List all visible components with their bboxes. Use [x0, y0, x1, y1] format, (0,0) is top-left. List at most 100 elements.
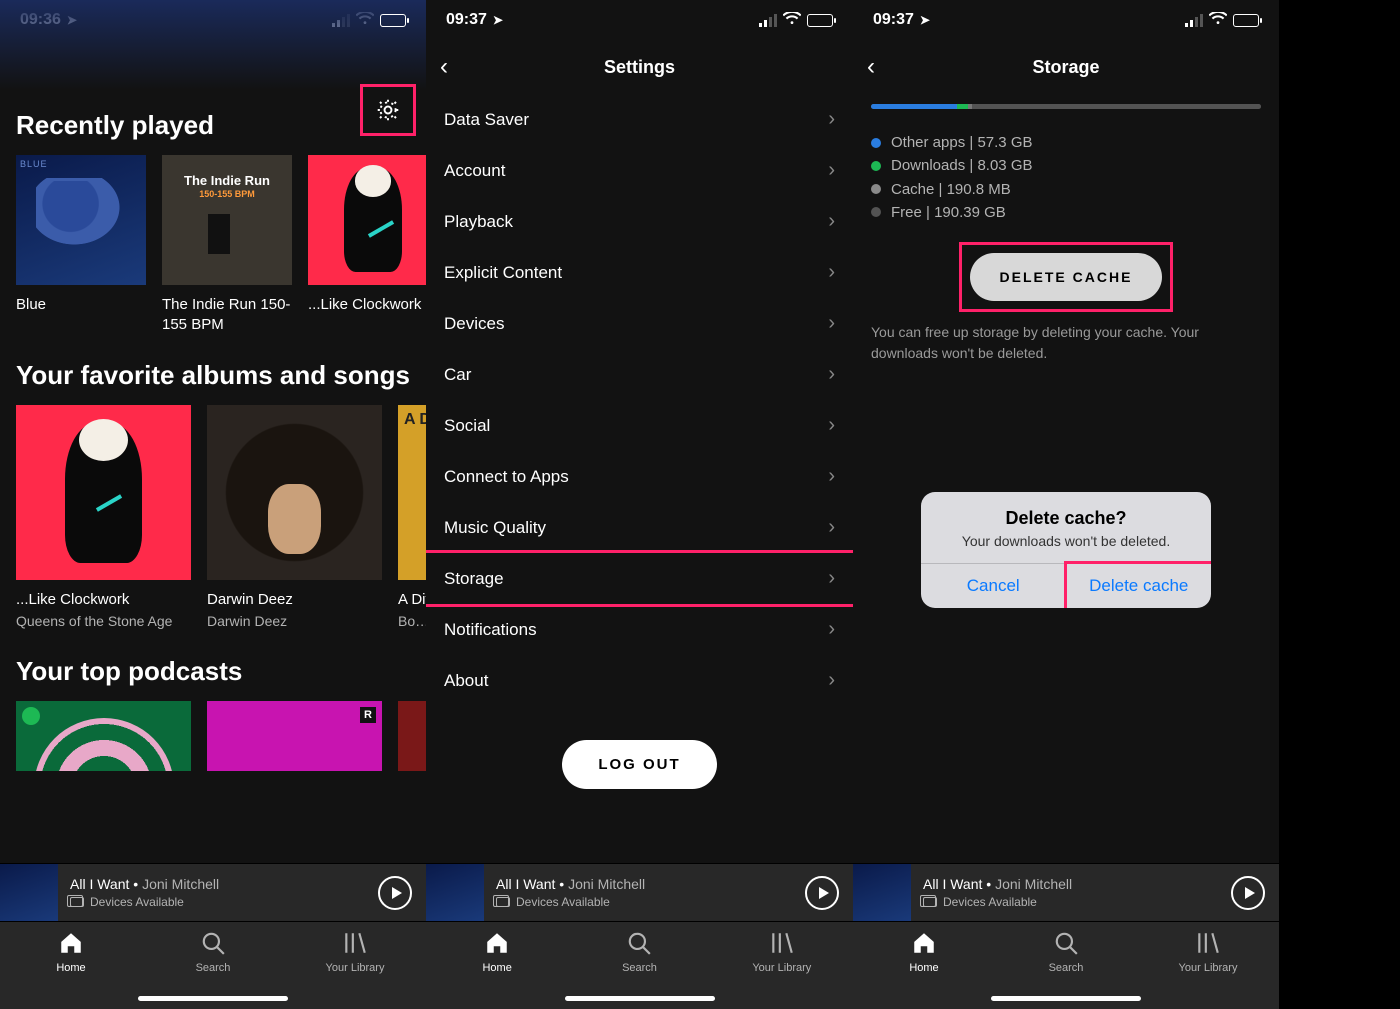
cellular-icon	[1185, 14, 1203, 27]
storage-seg-other	[871, 104, 957, 109]
battery-icon	[380, 14, 406, 27]
play-button[interactable]	[1231, 876, 1265, 910]
delete-cache-highlight: DELETE CACHE	[959, 242, 1174, 312]
now-playing-bar[interactable]: All I Want • Joni Mitchell Devices Avail…	[853, 863, 1279, 921]
home-icon	[911, 930, 937, 956]
now-playing-text: All I Want • Joni Mitchell Devices Avail…	[58, 876, 378, 909]
settings-item-social[interactable]: Social›	[426, 400, 853, 451]
play-button[interactable]	[378, 876, 412, 910]
playlist-card[interactable]: The Indie Run 150-155 BPM The Indie Run …	[162, 155, 292, 334]
back-button[interactable]: ‹	[440, 53, 448, 81]
album-art-darwin	[207, 405, 382, 580]
tab-home[interactable]: Home	[853, 930, 995, 1009]
wifi-icon	[356, 12, 374, 28]
settings-item-car[interactable]: Car›	[426, 349, 853, 400]
back-button[interactable]: ‹	[867, 53, 875, 81]
home-icon	[58, 930, 84, 956]
alert-confirm-button[interactable]: Delete cache	[1067, 564, 1212, 608]
cellular-icon	[759, 14, 777, 27]
legend-cache: Cache | 190.8 MB	[871, 178, 1261, 201]
podcast-card[interactable]: RBINGE	[207, 701, 382, 771]
status-bar: 09:37➤	[853, 0, 1279, 40]
album-artist: Bomb	[398, 612, 426, 630]
search-icon	[200, 930, 226, 956]
tab-home[interactable]: Home	[0, 930, 142, 1009]
library-icon	[769, 930, 795, 956]
home-indicator	[565, 996, 715, 1001]
play-icon	[1245, 887, 1255, 899]
settings-item-devices[interactable]: Devices›	[426, 298, 853, 349]
settings-item-data-saver[interactable]: Data Saver›	[426, 94, 853, 145]
settings-item-storage[interactable]: Storage›	[426, 550, 853, 607]
legend-dot-darkgray	[871, 207, 881, 217]
album-card[interactable]: ...Like Clockwork Queens of the Stone Ag…	[16, 405, 191, 630]
now-playing-bar[interactable]: All I Want • Joni Mitchell Devices Avail…	[0, 863, 426, 921]
screen-storage: 09:37➤ ‹ Storage Other apps | 57.3 GB Do…	[853, 0, 1279, 1009]
status-time: 09:37	[873, 11, 914, 29]
alert-subtitle: Your downloads won't be deleted.	[939, 533, 1193, 549]
podcasts-row: RBINGE	[16, 701, 410, 771]
cellular-icon	[332, 14, 350, 27]
chevron-right-icon: ›	[828, 363, 835, 386]
album-title: Darwin Deez	[207, 590, 382, 610]
podcast-card[interactable]	[16, 701, 191, 771]
now-playing-bar[interactable]: All I Want • Joni Mitchell Devices Avail…	[426, 863, 853, 921]
album-title: ...Like Clockwork	[16, 590, 191, 610]
status-bar: 09:37➤	[426, 0, 853, 40]
library-icon	[1195, 930, 1221, 956]
track-title: All I Want	[70, 876, 129, 892]
album-card[interactable]: A Diff Bomb	[398, 405, 426, 630]
section-podcasts: Your top podcasts	[16, 656, 410, 687]
status-bar: 09:36 ➤	[0, 0, 426, 40]
status-time: 09:36	[20, 11, 61, 29]
legend-dot-blue	[871, 138, 881, 148]
tab-library[interactable]: Your Library	[1137, 930, 1279, 1009]
storage-seg-downloads	[957, 104, 969, 109]
album-card[interactable]: Blue	[16, 155, 146, 334]
settings-item-music-quality[interactable]: Music Quality›	[426, 502, 853, 553]
screen-settings: 09:37➤ ‹ Settings Data Saver› Account› P…	[426, 0, 853, 1009]
home-icon	[484, 930, 510, 956]
play-icon	[392, 887, 402, 899]
playlist-title: The Indie Run 150-155 BPM	[162, 295, 292, 334]
legend-free: Free | 190.39 GB	[871, 201, 1261, 224]
logout-button[interactable]: LOG OUT	[562, 740, 716, 789]
alert-cancel-button[interactable]: Cancel	[921, 564, 1067, 608]
battery-icon	[807, 14, 833, 27]
storage-legend: Other apps | 57.3 GB Downloads | 8.03 GB…	[871, 131, 1261, 224]
tab-bar: Home Search Your Library	[426, 921, 853, 1009]
chevron-right-icon: ›	[828, 669, 835, 692]
favorites-row: ...Like Clockwork Queens of the Stone Ag…	[16, 405, 410, 630]
storage-seg-free	[972, 104, 1261, 109]
page-title: Settings	[604, 57, 675, 78]
settings-item-about[interactable]: About›	[426, 655, 853, 706]
settings-item-explicit[interactable]: Explicit Content›	[426, 247, 853, 298]
alert-title: Delete cache?	[939, 508, 1193, 529]
delete-cache-button[interactable]: DELETE CACHE	[970, 253, 1163, 301]
tab-home[interactable]: Home	[426, 930, 568, 1009]
settings-button[interactable]	[371, 93, 405, 127]
album-card[interactable]: Darwin Deez Darwin Deez	[207, 405, 382, 630]
section-recently-played: Recently played	[16, 110, 410, 141]
devices-icon	[923, 897, 937, 907]
album-card[interactable]: ...Like Clockwork	[308, 155, 426, 334]
status-time: 09:37	[446, 11, 487, 29]
chevron-right-icon: ›	[828, 414, 835, 437]
settings-item-notifications[interactable]: Notifications›	[426, 604, 853, 655]
wifi-icon	[783, 12, 801, 28]
album-artist: Queens of the Stone Age	[16, 612, 191, 630]
legend-dot-green	[871, 161, 881, 171]
podcast-card[interactable]	[398, 701, 426, 771]
play-button[interactable]	[805, 876, 839, 910]
settings-list: Data Saver› Account› Playback› Explicit …	[426, 94, 853, 863]
search-icon	[626, 930, 652, 956]
settings-item-playback[interactable]: Playback›	[426, 196, 853, 247]
settings-item-account[interactable]: Account›	[426, 145, 853, 196]
settings-item-connect[interactable]: Connect to Apps›	[426, 451, 853, 502]
play-icon	[819, 887, 829, 899]
podcast-art	[16, 701, 191, 771]
nav-header: ‹ Settings	[426, 40, 853, 94]
tab-library[interactable]: Your Library	[284, 930, 426, 1009]
album-art-diff	[398, 405, 426, 580]
tab-library[interactable]: Your Library	[711, 930, 853, 1009]
